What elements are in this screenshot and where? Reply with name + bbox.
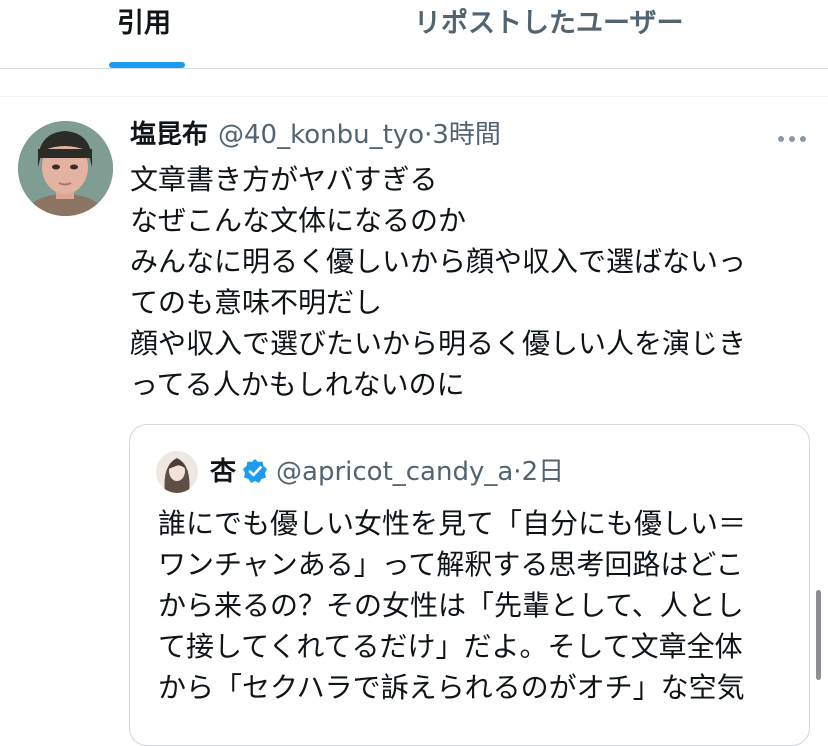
separator-dot: · bbox=[513, 457, 522, 487]
timestamp[interactable]: 3時間 bbox=[432, 120, 501, 150]
tab-reposted-by[interactable]: リポストしたユーザー bbox=[414, 6, 683, 42]
quoted-tweet-text: 誰にでも優しい女性を見て「自分にも優しい＝ ワンチャンある」って解釈する思考回路… bbox=[158, 503, 798, 708]
quoted-user-avatar-icon bbox=[156, 451, 198, 493]
tabs-divider bbox=[0, 68, 828, 69]
quoted-text-line: て接してくれてるだけ」だよ。そして文章全体 bbox=[158, 630, 743, 663]
section-divider bbox=[0, 96, 828, 97]
quoted-display-name: 杏 bbox=[210, 457, 237, 487]
quoted-timestamp: 2日 bbox=[521, 457, 565, 487]
quoted-text-line: 誰にでも優しい女性を見て「自分にも優しい＝ bbox=[158, 507, 747, 540]
tweet-text-line: 文章書き方がヤバすぎる bbox=[130, 163, 438, 196]
tweet-text: 文章書き方がヤバすぎる なぜこんな文体になるのか みんなに明るく優しいから顔や収… bbox=[130, 159, 800, 405]
tweet-text-line: 顔や収入で選びたいから明るく優しい人を演じき bbox=[130, 327, 747, 360]
user-avatar-icon[interactable] bbox=[18, 121, 113, 216]
verified-badge-icon bbox=[242, 458, 268, 484]
tab-bar: 引用 リポストしたユーザー bbox=[0, 0, 828, 68]
quoted-text-line: から「セクハラで訴えられるのがオチ」な空気 bbox=[158, 671, 745, 704]
display-name[interactable]: 塩昆布 bbox=[130, 120, 208, 150]
tweet-text-line: みんなに明るく優しいから顔や収入で選ばないっ bbox=[130, 245, 747, 278]
quoted-tweet-card[interactable]: 杏 @apricot_candy_a·2日 誰にでも優しい女性を見て「自分にも優し… bbox=[129, 424, 810, 746]
more-horizontal-icon[interactable] bbox=[777, 130, 807, 142]
tweet-text-line: なぜこんな文体になるのか bbox=[130, 204, 467, 237]
quoted-user-handle: @apricot_candy_a bbox=[276, 457, 514, 487]
tab-quotes[interactable]: 引用 bbox=[117, 6, 171, 42]
tweet-text-line: てのも意味不明だし bbox=[130, 286, 383, 319]
tweet-header: 塩昆布 @40_konbu_tyo·3時間 bbox=[130, 116, 501, 154]
quoted-tweet-header: 杏 @apricot_candy_a·2日 bbox=[210, 453, 564, 491]
tweet-text-line: ってる人かもしれないのに bbox=[130, 368, 465, 401]
user-handle[interactable]: @40_konbu_tyo bbox=[218, 120, 424, 150]
quoted-text-line: から来るの？その女性は「先輩として、人とし bbox=[158, 589, 744, 622]
scrollbar[interactable] bbox=[816, 590, 821, 680]
quoted-text-line: ワンチャンある」って解釈する思考回路はどこ bbox=[158, 548, 744, 581]
